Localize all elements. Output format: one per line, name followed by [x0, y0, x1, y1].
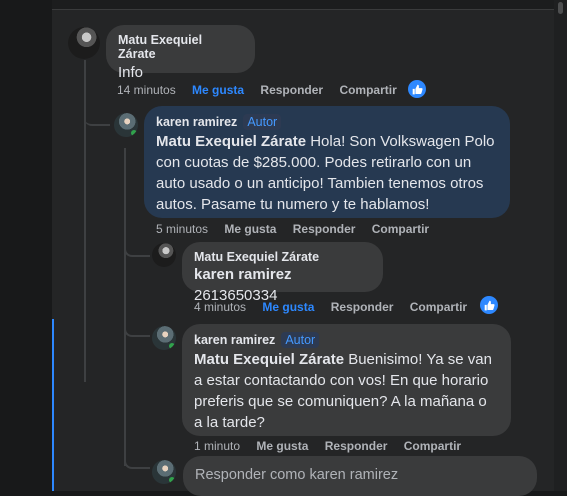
like-button[interactable]: Me gusta: [192, 83, 244, 97]
mention-link[interactable]: Matu Exequiel Zárate: [156, 133, 306, 150]
mention-link[interactable]: karen ramirez: [194, 266, 292, 283]
share-button[interactable]: Compartir: [372, 222, 429, 236]
comment-actions: 5 minutos Me gusta Responder Compartir: [156, 222, 442, 236]
like-button[interactable]: Me gusta: [262, 300, 314, 314]
comment-actions: 14 minutos Me gusta Responder Compartir: [117, 83, 410, 97]
author-badge: Autor: [243, 114, 282, 130]
thread-curve: [124, 452, 150, 469]
comment-text: Matu Exequiel Zárate Buenisimo! Ya se va…: [194, 349, 499, 433]
share-button[interactable]: Compartir: [339, 83, 396, 97]
thread-line: [124, 148, 126, 466]
avatar[interactable]: [68, 27, 100, 59]
comment-bubble: Matu Exequiel Zárate karen ramirez 26136…: [182, 242, 383, 304]
reply-button[interactable]: Responder: [293, 222, 356, 236]
comment-time[interactable]: 1 minuto: [194, 439, 240, 453]
online-indicator: [169, 343, 175, 349]
reply-button[interactable]: Responder: [260, 83, 323, 97]
comment-time[interactable]: 5 minutos: [156, 222, 208, 236]
like-button[interactable]: Me gusta: [224, 222, 276, 236]
avatar[interactable]: [152, 326, 176, 350]
comment-author[interactable]: karen ramirez: [156, 115, 237, 129]
avatar[interactable]: [114, 113, 138, 137]
author-badge: Autor: [281, 332, 320, 348]
focus-indicator: [52, 319, 54, 491]
reply-input[interactable]: Responder como karen ramirez: [183, 456, 537, 496]
comment-author[interactable]: Matu Exequiel Zárate: [118, 33, 243, 61]
comment-author-row: karen ramirez Autor: [194, 332, 499, 348]
reply-input-placeholder: Responder como karen ramirez: [195, 467, 399, 483]
thumbs-up-icon[interactable]: [408, 80, 426, 98]
online-indicator: [169, 477, 175, 483]
scrollbar-thumb[interactable]: [558, 2, 563, 14]
thumbs-up-icon[interactable]: [480, 296, 498, 314]
share-button[interactable]: Compartir: [404, 439, 461, 453]
share-button[interactable]: Compartir: [410, 300, 467, 314]
thread-curve: [124, 240, 150, 257]
comment-actions: 1 minuto Me gusta Responder Compartir: [194, 439, 474, 453]
scrollbar-track[interactable]: [554, 0, 567, 491]
thread-line: [84, 60, 86, 382]
comment-actions: 4 minutos Me gusta Responder Compartir: [194, 300, 480, 314]
comment-author[interactable]: Matu Exequiel Zárate: [194, 250, 371, 264]
mention-link[interactable]: Matu Exequiel Zárate: [194, 351, 344, 368]
avatar[interactable]: [152, 243, 176, 267]
thread-curve: [84, 110, 110, 126]
comment-text: Info: [118, 64, 144, 81]
comment-bubble: karen ramirez Autor Matu Exequiel Zárate …: [144, 106, 510, 218]
thread-curve: [124, 320, 150, 337]
comment-time[interactable]: 4 minutos: [194, 300, 246, 314]
comment-time[interactable]: 14 minutos: [117, 83, 176, 97]
top-strip: [52, 0, 554, 10]
comment-bubble: Matu Exequiel Zárate Info: [106, 25, 255, 81]
comment-author-row: karen ramirez Autor: [156, 114, 498, 130]
online-indicator: [131, 130, 137, 136]
reply-button[interactable]: Responder: [325, 439, 388, 453]
comment-author[interactable]: karen ramirez: [194, 333, 275, 347]
comment-bubble: karen ramirez Autor Matu Exequiel Zárate …: [182, 324, 511, 436]
avatar[interactable]: [152, 460, 176, 484]
reply-button[interactable]: Responder: [331, 300, 394, 314]
comment-text: Matu Exequiel Zárate Hola! Son Volkswage…: [156, 131, 498, 215]
like-button[interactable]: Me gusta: [256, 439, 308, 453]
